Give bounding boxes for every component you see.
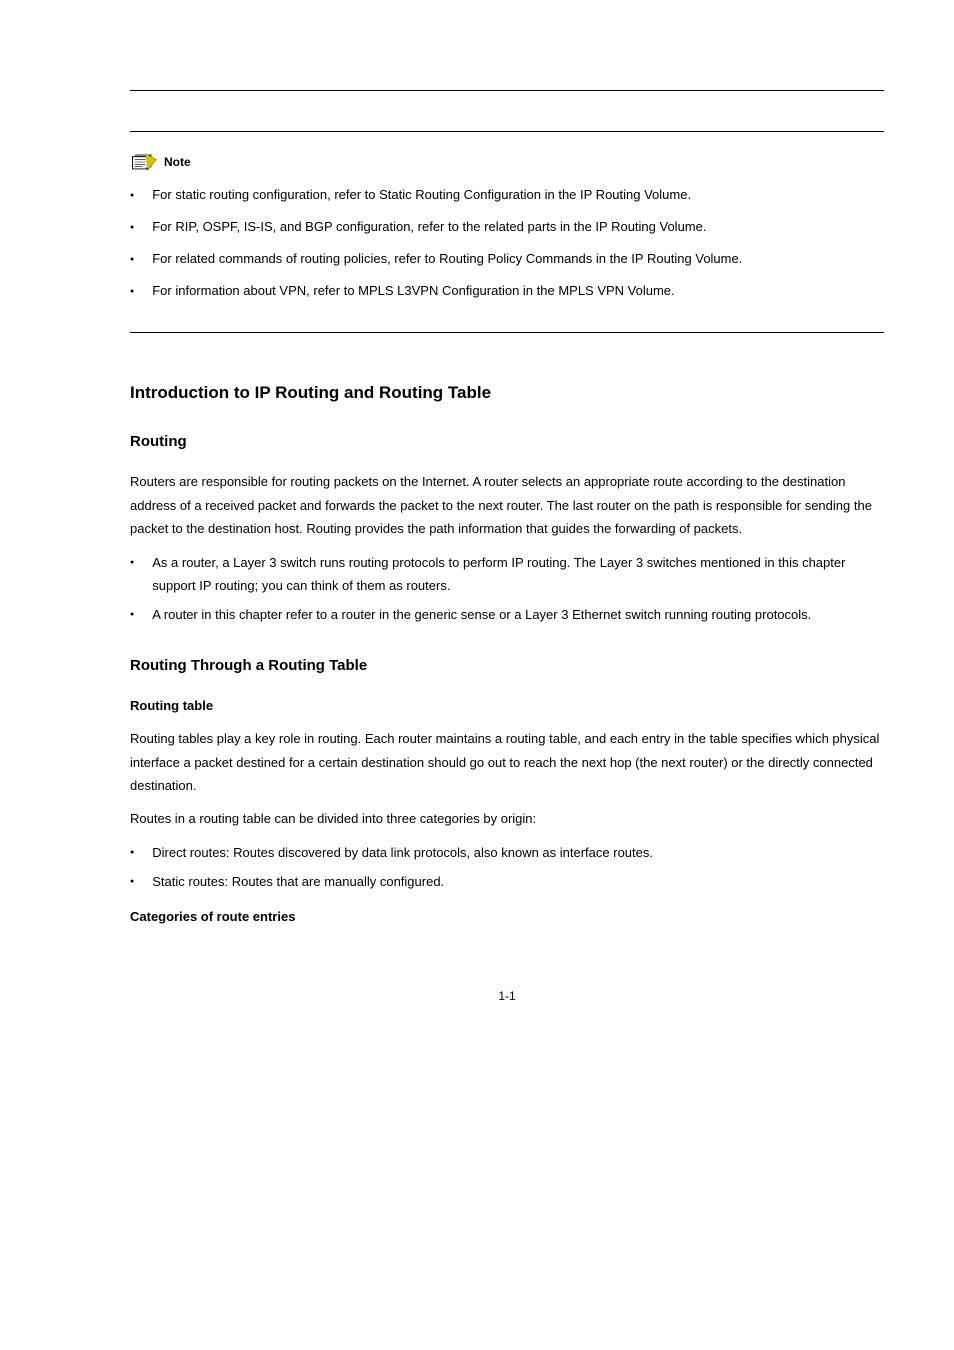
list-item: ● Direct routes: Routes discovered by da… <box>130 841 884 864</box>
paragraph: Routers are responsible for routing pack… <box>130 470 884 540</box>
note-item: ● For RIP, OSPF, IS-IS, and BGP configur… <box>130 216 884 238</box>
note-item: ● For related commands of routing polici… <box>130 248 884 270</box>
top-rule <box>130 90 884 91</box>
paragraph: Routes in a routing table can be divided… <box>130 807 884 830</box>
paragraph-subhead: Categories of route entries <box>130 905 884 928</box>
note-text: For information about VPN, refer to MPLS… <box>152 280 674 302</box>
bullet-icon: ● <box>130 847 134 860</box>
list-text: A router in this chapter refer to a rout… <box>152 603 811 626</box>
bullet-icon: ● <box>130 222 134 234</box>
note-icon <box>130 152 158 172</box>
list-text: Direct routes: Routes discovered by data… <box>152 841 653 864</box>
bullet-icon: ● <box>130 254 134 266</box>
body-list: ● Direct routes: Routes discovered by da… <box>130 841 884 894</box>
document-page: Note ● For static routing configuration,… <box>0 0 954 1063</box>
note-text: For static routing configuration, refer … <box>152 184 691 206</box>
subsection-heading: Routing <box>130 433 884 450</box>
bullet-icon: ● <box>130 876 134 889</box>
list-item: ● As a router, a Layer 3 switch runs rou… <box>130 551 884 598</box>
note-callout: Note ● For static routing configuration,… <box>130 131 884 333</box>
note-text: For RIP, OSPF, IS-IS, and BGP configurat… <box>152 216 706 238</box>
list-item: ● A router in this chapter refer to a ro… <box>130 603 884 626</box>
list-text: Static routes: Routes that are manually … <box>152 870 444 893</box>
subsection-heading: Routing Through a Routing Table <box>130 657 884 674</box>
bullet-icon: ● <box>130 190 134 202</box>
list-item: ● Static routes: Routes that are manuall… <box>130 870 884 893</box>
note-text: For related commands of routing policies… <box>152 248 742 270</box>
bullet-icon: ● <box>130 609 134 622</box>
paragraph: Routing tables play a key role in routin… <box>130 727 884 797</box>
note-header: Note <box>130 152 884 172</box>
list-text: As a router, a Layer 3 switch runs routi… <box>152 551 884 598</box>
paragraph-subhead: Routing table <box>130 694 884 717</box>
bullet-icon: ● <box>130 557 134 570</box>
note-item: ● For information about VPN, refer to MP… <box>130 280 884 302</box>
note-label: Note <box>164 155 191 169</box>
bullet-icon: ● <box>130 286 134 298</box>
page-number: 1-1 <box>130 989 884 1003</box>
note-item: ● For static routing configuration, refe… <box>130 184 884 206</box>
note-list: ● For static routing configuration, refe… <box>130 184 884 302</box>
body-list: ● As a router, a Layer 3 switch runs rou… <box>130 551 884 627</box>
section-heading: Introduction to IP Routing and Routing T… <box>130 383 884 403</box>
